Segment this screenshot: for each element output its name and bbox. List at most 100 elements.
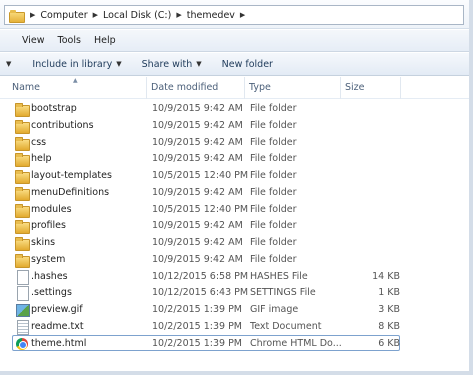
folder-icon [15,253,30,268]
file-name: preview.gif [31,304,83,315]
file-date-modified: 10/9/2015 9:42 AM [152,153,243,165]
menu-tools[interactable]: Tools [58,35,81,46]
folder-icon [15,136,30,151]
folder-icon [15,119,30,134]
file-type: File folder [250,186,297,198]
address-box[interactable]: ▶ Computer ▶ Local Disk (C:) ▶ themedev … [4,5,464,25]
file-date-modified: 10/12/2015 6:43 PM [152,287,249,299]
column-type[interactable]: Type [245,77,341,99]
file-date-modified: 10/9/2015 9:42 AM [152,253,243,265]
share-with-label: Share with [141,58,193,70]
file-row[interactable]: profiles 10/9/2015 9:42 AM File folder [12,217,400,235]
file-name: .hashes [31,270,68,282]
file-date-modified: 10/9/2015 9:42 AM [152,220,243,232]
new-folder-button[interactable]: New folder [222,59,273,70]
file-row[interactable]: .settings 10/12/2015 6:43 PM SETTINGS File… [12,284,400,302]
file-row[interactable]: .hashes 10/12/2015 6:58 PM HASHES File 14 K… [12,268,400,285]
file-type: File folder [250,253,297,265]
file-name: modules [31,203,72,215]
chevron-right-icon[interactable]: ▶ [176,11,181,19]
column-name[interactable]: Name [0,77,147,99]
file-icon [15,269,29,285]
file-type: File folder [250,203,297,215]
file-name: readme.txt [31,320,84,332]
include-in-library-label: Include in library [32,58,113,70]
file-name: skins [31,237,56,248]
file-icon [15,286,29,302]
menu-bar: View Tools Help [0,30,469,52]
chrome-icon [15,337,28,350]
file-row[interactable]: readme.txt 10/2/2015 1:39 PM Text Document… [12,318,400,335]
file-type: GIF image [250,304,299,315]
file-name: help [31,153,52,165]
folder-icon [15,203,30,218]
file-date-modified: 10/9/2015 9:42 AM [152,237,243,248]
file-row[interactable]: modules 10/5/2015 12:40 PM File folder [12,201,400,218]
file-size [343,252,400,267]
chevron-down-icon: ▼ [196,60,202,68]
folder-icon [15,102,30,117]
file-row[interactable]: css 10/9/2015 9:42 AM File folder [12,134,400,151]
file-date-modified: 10/2/2015 1:39 PM [152,337,243,349]
folder-icon [15,186,30,201]
chevron-right-icon[interactable]: ▶ [93,11,98,19]
file-type: SETTINGS File [250,287,316,299]
folder-icon [15,152,30,168]
column-date-modified[interactable]: Date modified [147,77,245,99]
column-size[interactable]: Size [341,77,401,99]
file-date-modified: 10/5/2015 12:40 PM [152,170,249,181]
file-row[interactable]: theme.html 10/2/2015 1:39 PM Chrome HTML D… [12,334,400,352]
file-type: File folder [250,153,297,165]
file-type: File folder [250,237,297,248]
file-row[interactable]: help 10/9/2015 9:42 AM File folder [12,150,400,168]
share-with-button[interactable]: Share with ▼ [142,59,202,70]
new-folder-label: New folder [221,58,273,70]
command-bar: ▼ Include in library ▼ Share with ▼ New … [0,53,469,76]
file-date-modified: 10/9/2015 9:42 AM [152,136,243,148]
breadcrumb-computer[interactable]: Computer [40,10,87,21]
file-name: bootstrap [31,103,77,114]
file-name: .settings [31,287,72,299]
file-size: 1 KB [378,287,400,299]
file-date-modified: 10/12/2015 6:58 PM [152,270,249,282]
file-size [343,168,400,183]
file-date-modified: 10/5/2015 12:40 PM [152,203,249,215]
file-type: File folder [250,136,297,148]
breadcrumb-themedev[interactable]: themedev [187,10,235,21]
folder-icon [15,236,30,251]
file-date-modified: 10/9/2015 9:42 AM [152,186,243,198]
file-row[interactable]: layout-templates 10/5/2015 12:40 PM File f… [12,167,400,184]
file-size [343,101,400,116]
file-size: 8 KB [378,320,400,332]
file-row[interactable]: menuDefinitions 10/9/2015 9:42 AM File fol… [12,184,400,201]
file-size [343,118,400,133]
file-row[interactable]: system 10/9/2015 9:42 AM File folder [12,251,400,268]
file-size [343,202,400,217]
file-row[interactable]: preview.gif 10/2/2015 1:39 PM GIF image 3 K… [12,301,400,318]
file-name: menuDefinitions [31,186,110,198]
file-size: 3 KB [378,304,400,315]
folder-icon [15,219,30,235]
file-row[interactable]: skins 10/9/2015 9:42 AM File folder [12,234,400,251]
file-size [343,218,400,233]
file-size [343,185,400,200]
file-row[interactable]: bootstrap 10/9/2015 9:42 AM File folder [12,100,400,117]
breadcrumb-local-disk[interactable]: Local Disk (C:) [103,10,171,21]
file-name: profiles [31,220,66,232]
file-type: File folder [250,103,297,114]
file-name: theme.html [31,337,87,349]
file-size: 6 KB [378,337,400,349]
menu-help[interactable]: Help [94,35,116,46]
file-type: File folder [250,119,297,131]
chevron-right-icon[interactable]: ▶ [30,11,35,19]
chevron-right-icon[interactable]: ▶ [240,11,245,19]
file-type: Text Document [250,320,322,332]
file-date-modified: 10/9/2015 9:42 AM [152,119,243,131]
chevron-down-icon[interactable]: ▼ [6,60,11,68]
include-in-library-button[interactable]: Include in library ▼ [32,59,121,70]
image-icon [15,303,30,317]
menu-view[interactable]: View [22,35,45,46]
file-row[interactable]: contributions 10/9/2015 9:42 AM File folde… [12,117,400,134]
file-type: File folder [250,170,297,181]
text-document-icon [15,319,29,335]
